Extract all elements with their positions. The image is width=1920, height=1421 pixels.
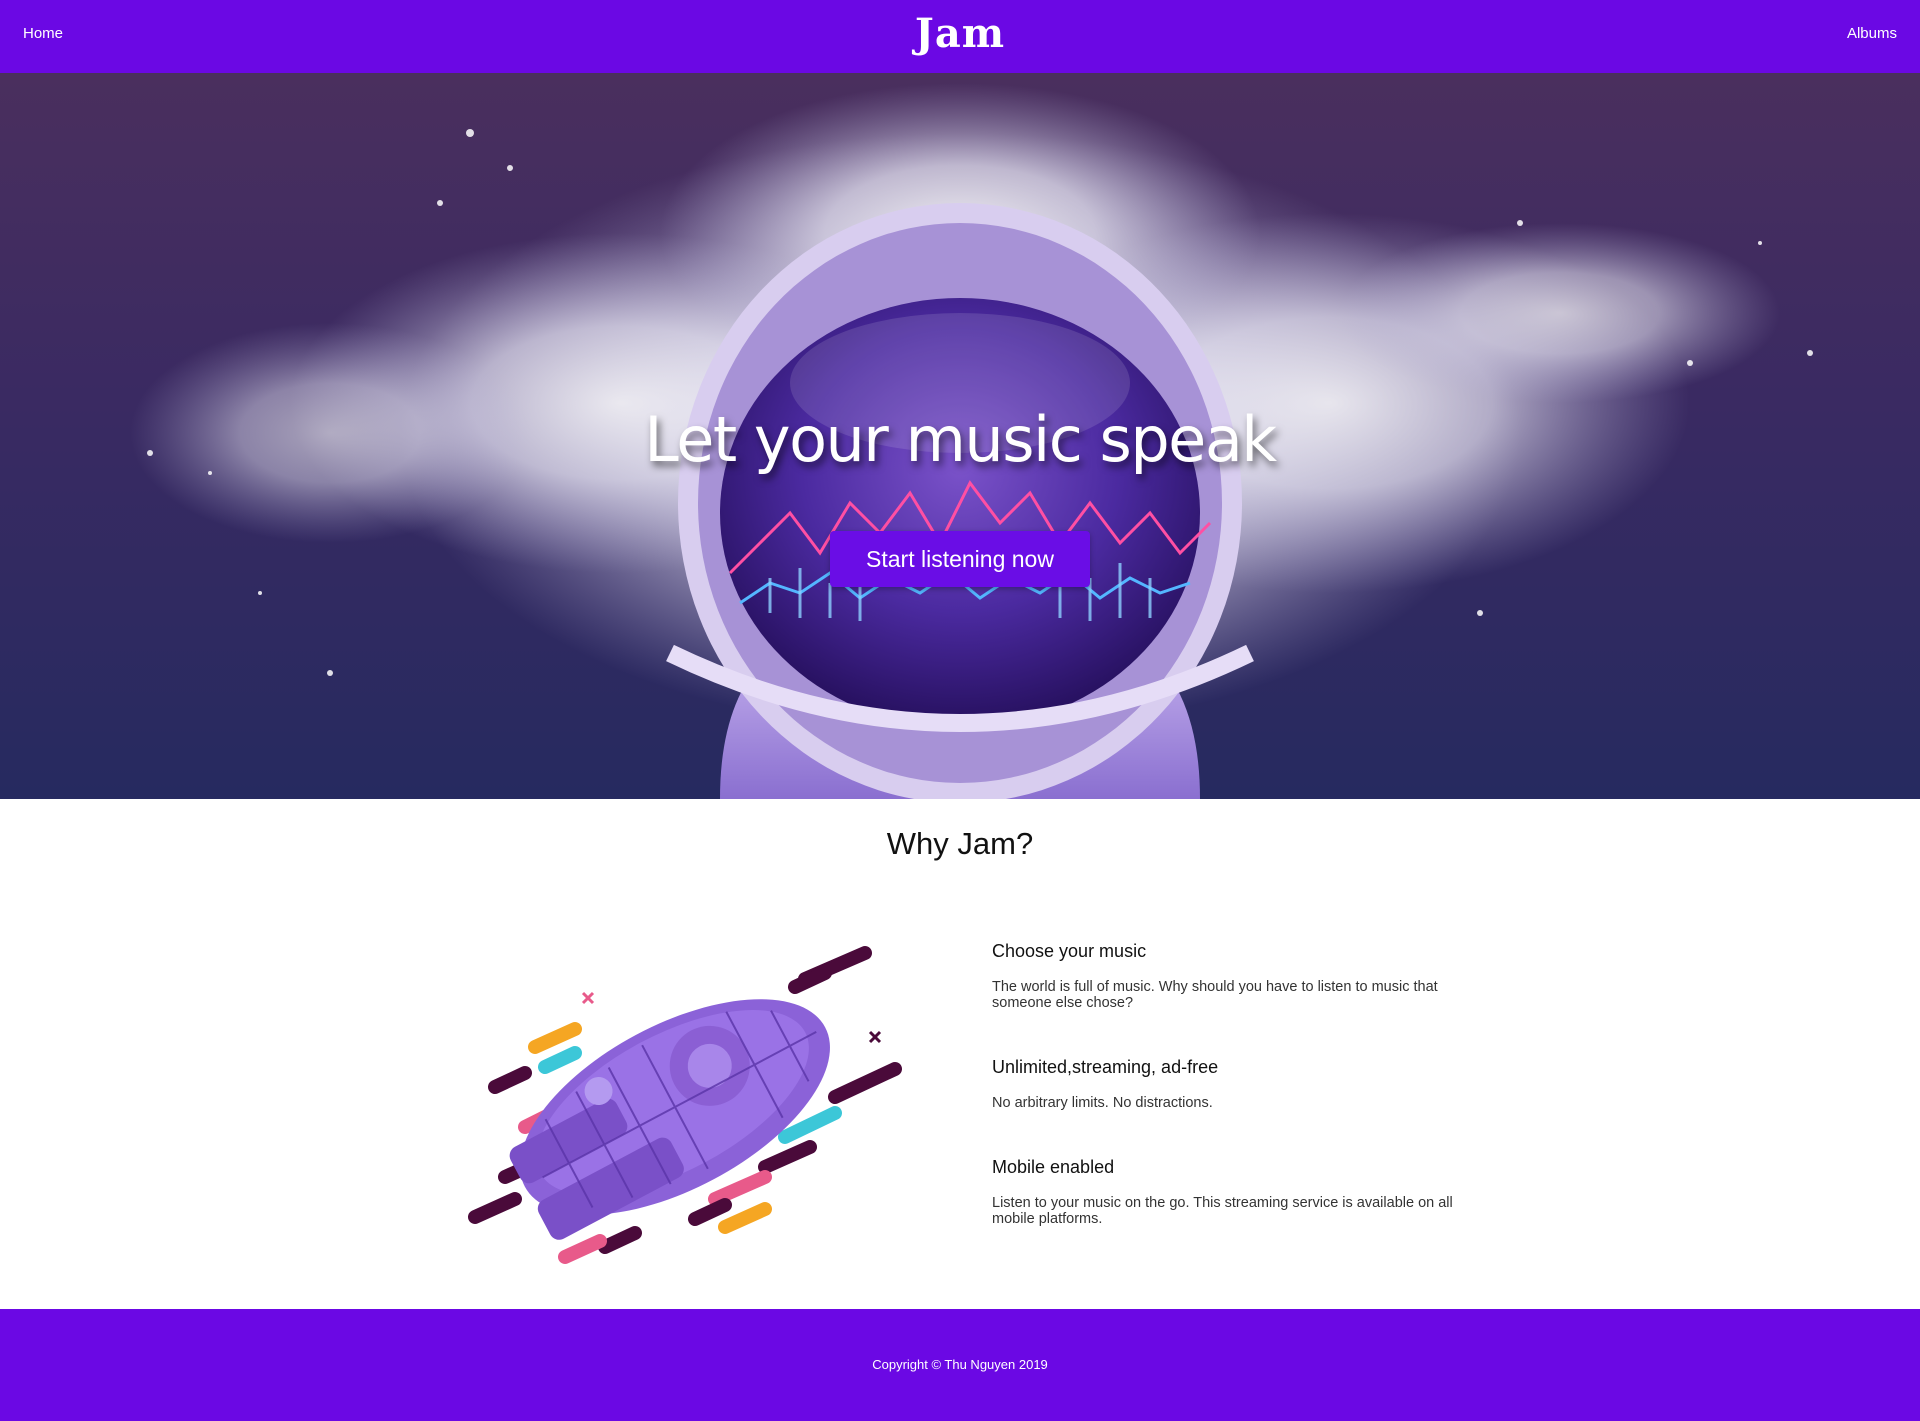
nav-home-link[interactable]: Home [23, 25, 63, 42]
feature-heading: Mobile enabled [992, 1157, 1115, 1177]
why-jam-section: Why Jam? Choose your music The world is … [0, 799, 1920, 1309]
hero-section: Let your music speak Start listening now [0, 73, 1920, 799]
feature-mobile-enabled: Mobile enabled Listen to your music on t… [992, 1157, 1492, 1227]
why-jam-heading: Why Jam? [886, 826, 1034, 861]
start-listening-button[interactable]: Start listening now [830, 531, 1090, 587]
feature-heading: Unlimited,streaming, ad-free [992, 1057, 1219, 1077]
page-footer: Copyright © Thu Nguyen 2019 [0, 1309, 1920, 1421]
feature-description: No arbitrary limits. No distractions. [992, 1095, 1213, 1111]
feature-unlimited-streaming: Unlimited,streaming, ad-free No arbitrar… [992, 1057, 1218, 1111]
feature-description: The world is full of music. Why should y… [992, 979, 1438, 1011]
jam-logo[interactable]: Jam [915, 10, 1005, 58]
nav-albums-link[interactable]: Albums [1847, 25, 1897, 42]
purple-spaceship-image [468, 946, 902, 1264]
hero-headline: Let your music speak [644, 403, 1277, 476]
copyright-text: Copyright © Thu Nguyen 2019 [872, 1357, 1048, 1372]
feature-choose-music: Choose your music The world is full of m… [992, 941, 1492, 1011]
feature-heading: Choose your music [992, 941, 1147, 961]
top-navbar: Home Jam Albums [0, 0, 1920, 73]
feature-description: Listen to your music on the go. This str… [992, 1195, 1453, 1227]
